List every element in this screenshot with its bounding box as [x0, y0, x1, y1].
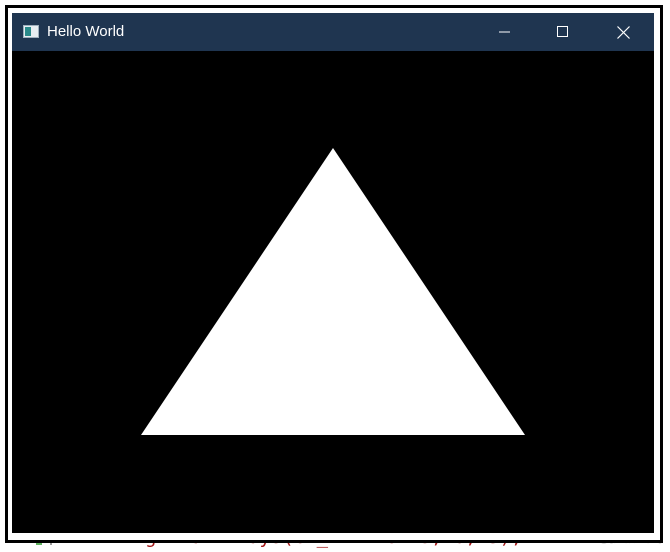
screenshot-stage: glDrawArrays(GL_TRIANGLES, 0, 3); CSDN @…	[0, 0, 670, 552]
maximize-button[interactable]	[534, 13, 592, 51]
close-icon	[616, 25, 630, 39]
app-window: Hello World	[12, 13, 654, 533]
title-bar[interactable]: Hello World	[12, 13, 654, 51]
render-canvas	[12, 51, 654, 533]
minimize-icon	[499, 31, 510, 33]
close-button[interactable]	[594, 13, 652, 51]
window-title: Hello World	[47, 23, 125, 40]
opengl-render-area[interactable]	[12, 51, 654, 533]
app-window-icon[interactable]	[23, 25, 39, 38]
minimize-button[interactable]	[476, 13, 534, 51]
maximize-icon	[557, 26, 568, 37]
